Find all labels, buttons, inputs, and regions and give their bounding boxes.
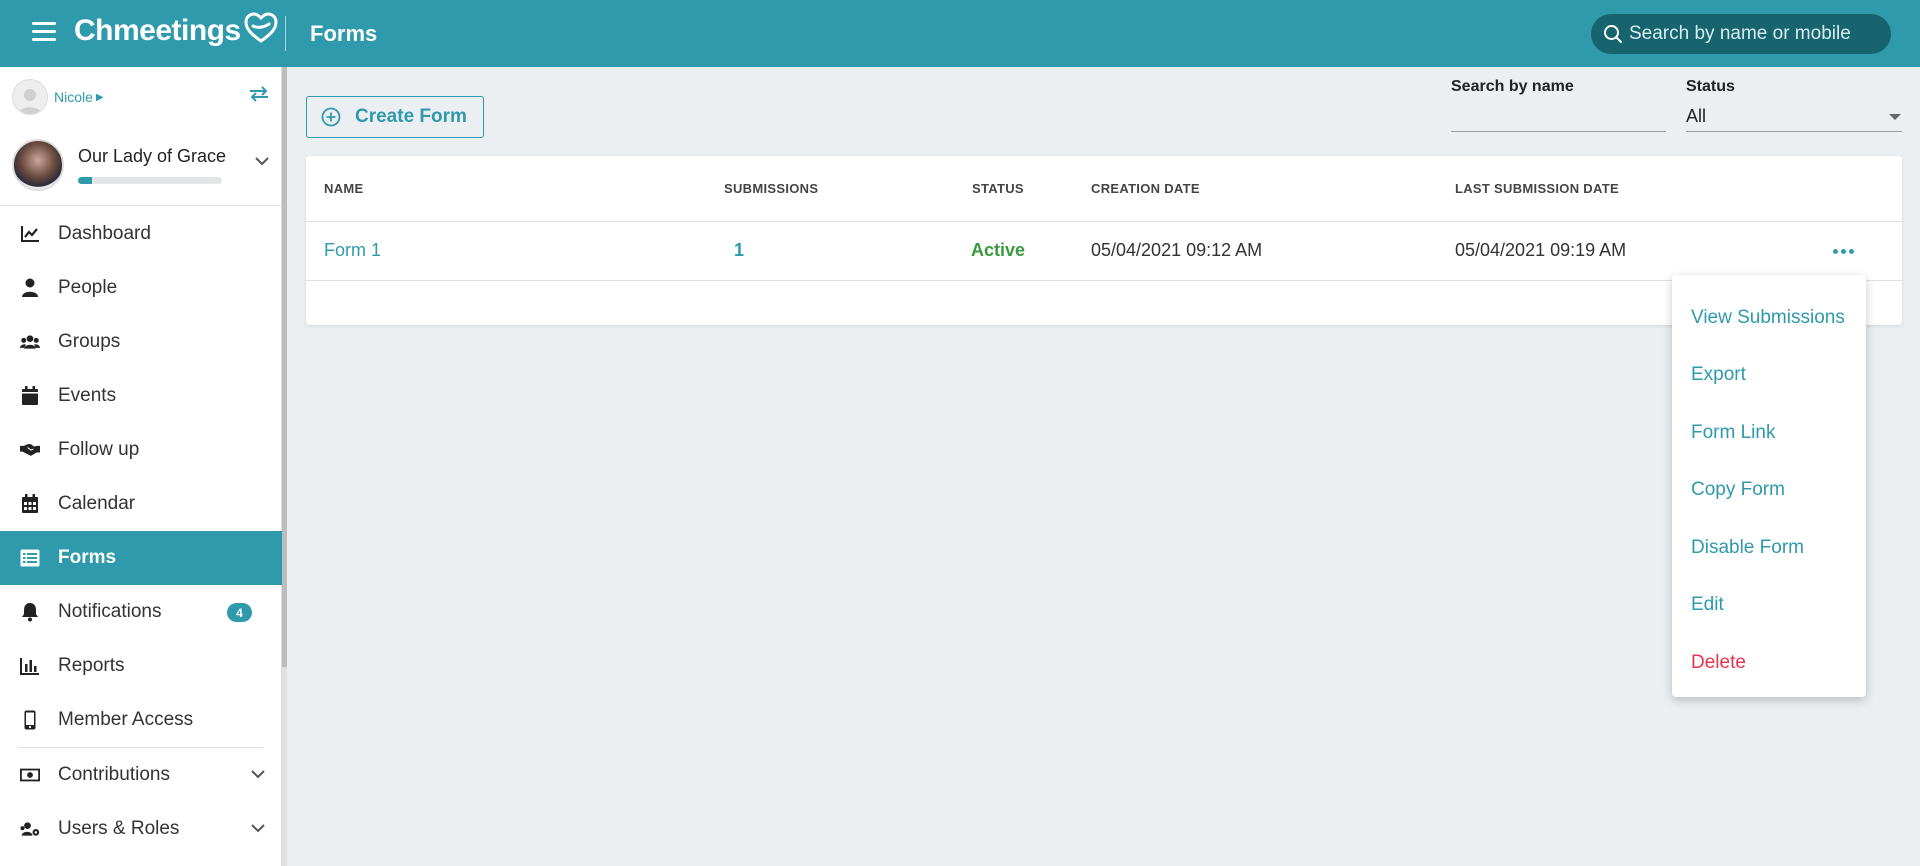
status-select[interactable]: All: [1686, 102, 1902, 132]
divider: [306, 221, 1902, 222]
search-by-name-filter: Search by name: [1451, 78, 1666, 132]
menu-item-disable-form[interactable]: Disable Form: [1672, 519, 1866, 577]
search-by-name-input[interactable]: [1451, 104, 1666, 132]
sidebar-item-member-access[interactable]: Member Access: [0, 693, 282, 747]
search-by-name-label: Search by name: [1451, 78, 1574, 95]
creation-date: 05/04/2021 09:12 AM: [1091, 240, 1263, 260]
switch-arrows-icon[interactable]: [248, 85, 270, 108]
handshake-icon: [20, 440, 40, 460]
church-selector[interactable]: Our Lady of Grace: [12, 137, 278, 193]
column-header-status: STATUS: [972, 181, 1024, 196]
logo-heart-icon: [244, 12, 278, 43]
last-submission-date: 05/04/2021 09:19 AM: [1455, 240, 1627, 260]
column-header-last-submission-date: LAST SUBMISSION DATE: [1455, 181, 1619, 196]
caret-down-icon: [1889, 113, 1901, 120]
sidebar-nav: Dashboard People Groups Events Follow up…: [0, 207, 282, 856]
sidebar-item-label: Events: [58, 385, 117, 406]
sidebar-item-label: Reports: [58, 655, 125, 676]
menu-item-copy-form[interactable]: Copy Form: [1672, 462, 1866, 520]
sidebar-item-follow-up[interactable]: Follow up: [0, 423, 282, 477]
app-name: Chmeetings: [74, 14, 241, 47]
plus-circle-icon: [321, 107, 341, 127]
topbar-divider: [285, 16, 286, 51]
menu-item-view-submissions[interactable]: View Submissions: [1672, 289, 1866, 347]
money-bill-icon: [20, 765, 40, 785]
form-name-link[interactable]: Form 1: [324, 240, 381, 261]
caret-right-icon: ▶: [95, 91, 104, 103]
status-select-value: All: [1686, 106, 1707, 126]
sidebar-item-label: People: [58, 277, 118, 298]
church-progress-bar: [78, 177, 222, 184]
sidebar-item-label: Dashboard: [58, 223, 151, 244]
church-avatar: [12, 139, 64, 191]
sidebar-item-label: Contributions: [58, 764, 170, 785]
divider: [0, 205, 282, 206]
church-name: Our Lady of Grace: [78, 146, 227, 166]
chevron-down-icon: [255, 157, 269, 166]
list-icon: [20, 548, 40, 568]
sidebar-scrollbar-thumb[interactable]: [282, 67, 287, 667]
menu-item-export[interactable]: Export: [1672, 347, 1866, 405]
chart-line-icon: [20, 224, 40, 244]
sidebar-item-label: Forms: [58, 547, 117, 568]
status-filter: Status All: [1686, 78, 1902, 132]
column-header-name: NAME: [324, 181, 364, 196]
sidebar-item-label: Notifications: [58, 601, 162, 622]
global-search[interactable]: [1591, 14, 1891, 54]
sidebar-item-notifications[interactable]: Notifications 4: [0, 585, 282, 639]
users-cog-icon: [20, 819, 40, 839]
users-icon: [20, 332, 40, 352]
status-label: Status: [1686, 78, 1735, 95]
sidebar-item-groups[interactable]: Groups: [0, 315, 282, 369]
status-badge: Active: [971, 240, 1026, 260]
create-form-button[interactable]: Create Form: [306, 96, 484, 138]
user-avatar: [12, 79, 48, 115]
sidebar-item-contributions[interactable]: Contributions: [0, 748, 282, 802]
sidebar-item-calendar[interactable]: Calendar: [0, 477, 282, 531]
sidebar: Nicole ▶ Our Lady of Grace Dashboard Peo…: [0, 67, 282, 866]
create-form-label: Create Form: [355, 106, 467, 127]
bell-icon: [20, 602, 40, 622]
column-header-submissions: SUBMISSIONS: [724, 181, 819, 196]
sidebar-item-label: Groups: [58, 331, 121, 352]
global-search-input[interactable]: [1629, 23, 1879, 45]
more-actions-icon[interactable]: [1828, 244, 1858, 258]
divider: [306, 280, 1902, 281]
sidebar-item-people[interactable]: People: [0, 261, 282, 315]
calendar-icon: [20, 386, 40, 406]
bar-chart-icon: [20, 656, 40, 676]
sidebar-item-users-roles[interactable]: Users & Roles: [0, 802, 282, 856]
forms-table: NAME SUBMISSIONS STATUS CREATION DATE LA…: [306, 156, 1902, 325]
chevron-down-icon: [251, 824, 265, 833]
top-bar: Chmeetings Forms: [0, 0, 1920, 67]
sidebar-item-label: Calendar: [58, 493, 136, 514]
menu-item-form-link[interactable]: Form Link: [1672, 404, 1866, 462]
app-logo[interactable]: Chmeetings: [74, 12, 279, 48]
notification-count-badge: 4: [227, 603, 252, 622]
search-icon: [1604, 25, 1622, 43]
column-header-creation-date: CREATION DATE: [1091, 181, 1200, 196]
menu-toggle-icon[interactable]: [32, 22, 56, 42]
calendar-grid-icon: [20, 494, 40, 514]
sidebar-item-label: Follow up: [58, 439, 140, 460]
row-actions-menu: View Submissions Export Form Link Copy F…: [1672, 275, 1866, 697]
chevron-down-icon: [251, 770, 265, 779]
menu-item-edit[interactable]: Edit: [1672, 577, 1866, 635]
page-title: Forms: [310, 21, 378, 46]
sidebar-item-events[interactable]: Events: [0, 369, 282, 423]
menu-item-delete[interactable]: Delete: [1672, 634, 1866, 692]
mobile-icon: [20, 710, 40, 730]
user-menu[interactable]: Nicole ▶: [12, 79, 104, 115]
sidebar-item-label: Users & Roles: [58, 818, 180, 839]
submissions-count-link[interactable]: 1: [734, 240, 744, 261]
sidebar-item-label: Member Access: [58, 709, 194, 730]
church-progress-fill: [78, 177, 93, 184]
sidebar-item-forms[interactable]: Forms: [0, 531, 282, 585]
user-name: Nicole: [54, 89, 93, 105]
sidebar-item-dashboard[interactable]: Dashboard: [0, 207, 282, 261]
sidebar-item-reports[interactable]: Reports: [0, 639, 282, 693]
person-icon: [20, 278, 40, 298]
